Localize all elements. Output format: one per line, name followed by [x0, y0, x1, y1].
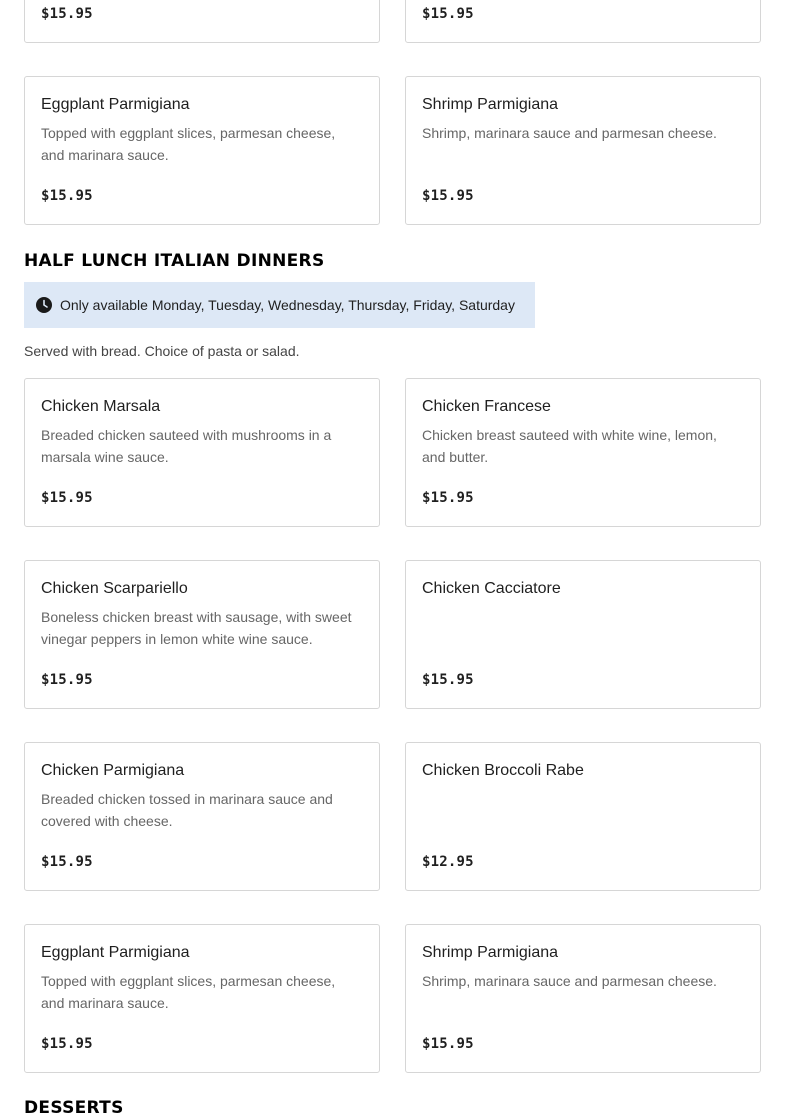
- section-description: Served with bread. Choice of pasta or sa…: [24, 343, 300, 359]
- menu-item-eggplant-parmigiana[interactable]: Eggplant Parmigiana Topped with eggplant…: [24, 924, 380, 1073]
- menu-item-price: $15.95: [422, 6, 474, 22]
- availability-text: Only available Monday, Tuesday, Wednesda…: [60, 297, 515, 313]
- clock-icon: [36, 297, 52, 313]
- menu-item-description: Topped with eggplant slices, parmesan ch…: [41, 973, 336, 1011]
- menu-item-price: $15.95: [41, 188, 93, 204]
- section-title-half-lunch: HALF LUNCH ITALIAN DINNERS: [24, 251, 325, 271]
- menu-item-shrimp-parmigiana[interactable]: Shrimp Parmigiana Shrimp, marinara sauce…: [405, 924, 761, 1073]
- menu-item-price: $15.95: [422, 1036, 474, 1052]
- menu-item-name: Chicken Marsala: [41, 398, 161, 415]
- menu-item-price: $15.95: [422, 188, 474, 204]
- menu-item-name: Eggplant Parmigiana: [41, 944, 190, 961]
- menu-item-description: Boneless chicken breast with sausage, wi…: [41, 609, 352, 647]
- menu-item-name: Chicken Cacciatore: [422, 580, 561, 597]
- menu-item-description: Shrimp, marinara sauce and parmesan chee…: [422, 125, 717, 141]
- menu-item-card[interactable]: $15.95: [405, 0, 761, 43]
- menu-item-name: Chicken Scarpariello: [41, 580, 188, 597]
- menu-item-card[interactable]: $15.95: [24, 0, 380, 43]
- menu-item-chicken-marsala[interactable]: Chicken Marsala Breaded chicken sauteed …: [24, 378, 380, 527]
- menu-item-price: $15.95: [41, 1036, 93, 1052]
- menu-item-shrimp-parmigiana[interactable]: Shrimp Parmigiana Shrimp, marinara sauce…: [405, 76, 761, 225]
- menu-item-price: $15.95: [41, 854, 93, 870]
- availability-banner: Only available Monday, Tuesday, Wednesda…: [24, 282, 535, 328]
- menu-item-chicken-parmigiana[interactable]: Chicken Parmigiana Breaded chicken tosse…: [24, 742, 380, 891]
- menu-item-eggplant-parmigiana[interactable]: Eggplant Parmigiana Topped with eggplant…: [24, 76, 380, 225]
- menu-item-price: $15.95: [422, 672, 474, 688]
- menu-item-description: Breaded chicken tossed in marinara sauce…: [41, 791, 333, 829]
- menu-item-description: Shrimp, marinara sauce and parmesan chee…: [422, 973, 717, 989]
- menu-item-description: Breaded chicken sauteed with mushrooms i…: [41, 427, 332, 465]
- menu-item-name: Chicken Broccoli Rabe: [422, 762, 584, 779]
- menu-item-name: Eggplant Parmigiana: [41, 96, 190, 113]
- section-title-desserts: DESSERTS: [24, 1098, 124, 1118]
- menu-item-name: Shrimp Parmigiana: [422, 944, 559, 961]
- menu-item-price: $15.95: [41, 490, 93, 506]
- menu-item-price: $15.95: [422, 490, 474, 506]
- menu-item-chicken-cacciatore[interactable]: Chicken Cacciatore $15.95: [405, 560, 761, 709]
- menu-item-chicken-francese[interactable]: Chicken Francese Chicken breast sauteed …: [405, 378, 761, 527]
- menu-item-chicken-scarpariello[interactable]: Chicken Scarpariello Boneless chicken br…: [24, 560, 380, 709]
- menu-item-name: Chicken Parmigiana: [41, 762, 185, 779]
- menu-item-price: $12.95: [422, 854, 474, 870]
- menu-item-name: Chicken Francese: [422, 398, 551, 415]
- menu-item-chicken-broccoli-rabe[interactable]: Chicken Broccoli Rabe $12.95: [405, 742, 761, 891]
- menu-item-price: $15.95: [41, 6, 93, 22]
- menu-item-description: Topped with eggplant slices, parmesan ch…: [41, 125, 336, 163]
- menu-item-description: Chicken breast sauteed with white wine, …: [422, 427, 717, 465]
- menu-item-price: $15.95: [41, 672, 93, 688]
- menu-item-name: Shrimp Parmigiana: [422, 96, 559, 113]
